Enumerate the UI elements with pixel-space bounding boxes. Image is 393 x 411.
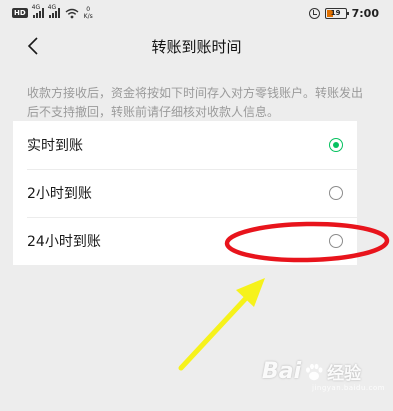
alarm-icon bbox=[308, 7, 320, 19]
status-bar: HD 4G 4G 0 K/s 19 7:00 bbox=[0, 0, 393, 26]
network-speed-value: 0 bbox=[86, 6, 91, 13]
status-time: 7:00 bbox=[351, 6, 379, 20]
status-right: 19 7:00 bbox=[308, 6, 379, 20]
signal-sim1-icon: 4G bbox=[32, 4, 44, 18]
battery-level: 19 bbox=[330, 8, 341, 17]
nav-bar: 转账到账时间 bbox=[0, 26, 393, 66]
signal-sim2-icon: 4G bbox=[48, 4, 60, 18]
option-label: 24小时到账 bbox=[27, 234, 101, 250]
radio-checked-icon[interactable] bbox=[329, 138, 343, 152]
watermark-url: jingyan.baidu.com bbox=[312, 384, 386, 392]
transfer-time-options: 实时到账 2小时到账 24小时到账 bbox=[13, 121, 357, 265]
sim2-network-label: 4G bbox=[47, 4, 57, 11]
sim1-network-label: 4G bbox=[31, 4, 41, 11]
network-speed-unit: K/s bbox=[83, 13, 93, 20]
option-24-hours[interactable]: 24小时到账 bbox=[13, 217, 357, 265]
battery-icon: 19 bbox=[324, 7, 349, 19]
page-title: 转账到账时间 bbox=[151, 37, 242, 56]
option-2-hours[interactable]: 2小时到账 bbox=[13, 169, 357, 217]
back-button[interactable] bbox=[20, 33, 46, 59]
wifi-icon bbox=[65, 8, 79, 18]
yellow-arrow-icon bbox=[178, 278, 265, 371]
radio-unchecked-icon[interactable] bbox=[329, 186, 343, 200]
option-realtime[interactable]: 实时到账 bbox=[13, 121, 357, 169]
network-speed: 0 K/s bbox=[84, 6, 93, 20]
option-label: 实时到账 bbox=[27, 138, 83, 154]
radio-unchecked-icon[interactable] bbox=[329, 234, 343, 248]
watermark-brand-right: 经验 bbox=[327, 364, 362, 384]
baidu-watermark: Bai 经验 bbox=[262, 359, 361, 384]
watermark-brand-left: Bai bbox=[262, 359, 302, 384]
notice-text: 收款方接收后，资金将按如下时间存入对方零钱账户。转账发出后不支持撤回，转账前请仔… bbox=[27, 86, 364, 119]
status-left: HD 4G 4G 0 K/s bbox=[12, 4, 93, 20]
paw-icon bbox=[306, 363, 323, 380]
chevron-left-icon bbox=[27, 37, 38, 55]
option-label: 2小时到账 bbox=[27, 186, 92, 202]
hd-badge: HD bbox=[12, 8, 28, 18]
